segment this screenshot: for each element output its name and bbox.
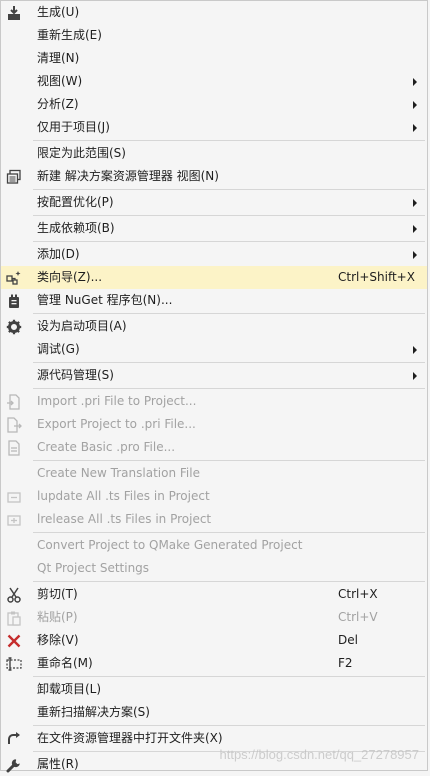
menu-item-class-wizard[interactable]: 类向导(Z)... Ctrl+Shift+X — [1, 266, 427, 289]
import-file-icon — [5, 393, 22, 410]
menu-item-label: Convert Project to QMake Generated Proje… — [37, 538, 303, 552]
menu-item-label: 视图(W) — [37, 74, 83, 88]
menu-item-label: 仅用于项目(J) — [37, 120, 110, 134]
menu-item-lrelease[interactable]: lrelease All .ts Files in Project — [1, 508, 427, 531]
menu-item-build-dependencies[interactable]: 生成依赖项(B) — [1, 217, 427, 240]
menu-item-rename[interactable]: 重命名(M) F2 — [1, 652, 427, 675]
export-file-icon — [5, 416, 22, 433]
shortcut-text: Ctrl+V — [338, 610, 378, 624]
menu-item-label: lrelease All .ts Files in Project — [37, 512, 212, 526]
class-wizard-icon — [5, 269, 22, 286]
menu-item-label: 在文件资源管理器中打开文件夹(X) — [37, 731, 223, 745]
shortcut-text: Ctrl+Shift+X — [338, 270, 415, 284]
menu-item-set-as-startup[interactable]: 设为启动项目(A) — [1, 315, 427, 338]
menu-item-label: 移除(V) — [37, 633, 79, 647]
new-window-icon — [5, 168, 22, 185]
menu-item-rebuild[interactable]: 重新生成(E) — [1, 24, 427, 47]
menu-item-label: 生成(U) — [37, 5, 80, 19]
submenu-arrow-icon — [413, 199, 417, 207]
shortcut-text: Ctrl+X — [338, 587, 378, 601]
menu-item-label: 重新生成(E) — [37, 28, 102, 42]
menu-item-label: Import .pri File to Project... — [37, 394, 197, 408]
nuget-package-icon — [5, 292, 22, 309]
menu-item-manage-nuget[interactable]: 管理 NuGet 程序包(N)... — [1, 289, 427, 312]
shortcut-text: Del — [338, 633, 358, 647]
menu-item-cut[interactable]: 剪切(T) Ctrl+X — [1, 583, 427, 606]
menu-item-create-basic-pro[interactable]: Create Basic .pro File... — [1, 436, 427, 459]
paste-icon — [5, 609, 22, 626]
menu-item-label: 设为启动项目(A) — [37, 319, 127, 333]
submenu-arrow-icon — [413, 346, 417, 354]
menu-item-label: 限定为此范围(S) — [37, 146, 126, 160]
menu-item-label: 按配置优化(P) — [37, 195, 114, 209]
menu-item-scope-to-this[interactable]: 限定为此范围(S) — [1, 142, 427, 165]
menu-item-label: 生成依赖项(B) — [37, 221, 115, 235]
menu-item-label: Export Project to .pri File... — [37, 417, 196, 431]
scissors-icon — [5, 586, 22, 603]
menu-item-lupdate[interactable]: lupdate All .ts Files in Project — [1, 485, 427, 508]
menu-item-clean[interactable]: 清理(N) — [1, 47, 427, 70]
menu-item-label: 分析(Z) — [37, 97, 79, 111]
menu-item-label: 重命名(M) — [37, 656, 93, 670]
menu-item-label: 源代码管理(S) — [37, 368, 114, 382]
remove-x-icon — [5, 632, 22, 649]
menu-item-rescan-solution[interactable]: 重新扫描解决方案(S) — [1, 701, 427, 724]
menu-item-new-solution-explorer-view[interactable]: 新建 解决方案资源管理器 视图(N) — [1, 165, 427, 188]
menu-item-label: Create Basic .pro File... — [37, 440, 176, 454]
menu-item-create-translation-file[interactable]: Create New Translation File — [1, 462, 427, 485]
menu-item-label: 粘贴(P) — [37, 610, 78, 624]
menu-item-label: 添加(D) — [37, 247, 80, 261]
menu-item-label: 重新扫描解决方案(S) — [37, 705, 150, 719]
menu-item-qt-project-settings[interactable]: Qt Project Settings — [1, 557, 427, 580]
menu-item-label: 清理(N) — [37, 51, 80, 65]
lrelease-icon — [5, 511, 22, 528]
submenu-arrow-icon — [413, 251, 417, 259]
shortcut-text: F2 — [338, 656, 353, 670]
context-menu: 生成(U) 重新生成(E) 清理(N) 视图(W) 分析(Z) 仅用于项目(J)… — [0, 0, 428, 773]
menu-item-label: 新建 解决方案资源管理器 视图(N) — [37, 169, 219, 183]
menu-item-convert-to-qmake[interactable]: Convert Project to QMake Generated Proje… — [1, 534, 427, 557]
menu-item-paste[interactable]: 粘贴(P) Ctrl+V — [1, 606, 427, 629]
watermark: https://blog.csdn.net/qq_27278957 — [219, 747, 420, 762]
menu-item-export-pri[interactable]: Export Project to .pri File... — [1, 413, 427, 436]
build-icon — [5, 4, 22, 21]
submenu-arrow-icon — [413, 372, 417, 380]
new-file-icon — [5, 439, 22, 456]
menu-item-view[interactable]: 视图(W) — [1, 70, 427, 93]
menu-item-add[interactable]: 添加(D) — [1, 243, 427, 266]
menu-item-label: 调试(G) — [37, 342, 80, 356]
submenu-arrow-icon — [413, 101, 417, 109]
submenu-arrow-icon — [413, 124, 417, 132]
menu-item-source-control[interactable]: 源代码管理(S) — [1, 364, 427, 387]
open-folder-arrow-icon — [5, 730, 22, 747]
wrench-icon — [5, 756, 22, 773]
menu-item-remove[interactable]: 移除(V) Del — [1, 629, 427, 652]
menu-item-label: 类向导(Z)... — [37, 270, 103, 284]
menu-item-label: 剪切(T) — [37, 587, 78, 601]
menu-item-profile-guided-optimization[interactable]: 按配置优化(P) — [1, 191, 427, 214]
menu-item-label: Qt Project Settings — [37, 561, 150, 575]
menu-item-label: Create New Translation File — [37, 466, 200, 480]
menu-item-project-only[interactable]: 仅用于项目(J) — [1, 116, 427, 139]
lupdate-icon — [5, 488, 22, 505]
menu-item-analyze[interactable]: 分析(Z) — [1, 93, 427, 116]
submenu-arrow-icon — [413, 225, 417, 233]
menu-item-unload-project[interactable]: 卸载项目(L) — [1, 678, 427, 701]
menu-item-build[interactable]: 生成(U) — [1, 1, 427, 24]
menu-item-import-pri[interactable]: Import .pri File to Project... — [1, 390, 427, 413]
submenu-arrow-icon — [413, 78, 417, 86]
menu-item-label: 管理 NuGet 程序包(N)... — [37, 293, 173, 307]
rename-icon — [5, 655, 22, 672]
menu-item-label: 卸载项目(L) — [37, 682, 102, 696]
menu-item-label: lupdate All .ts Files in Project — [37, 489, 210, 503]
menu-item-debug[interactable]: 调试(G) — [1, 338, 427, 361]
gear-icon — [5, 318, 22, 335]
